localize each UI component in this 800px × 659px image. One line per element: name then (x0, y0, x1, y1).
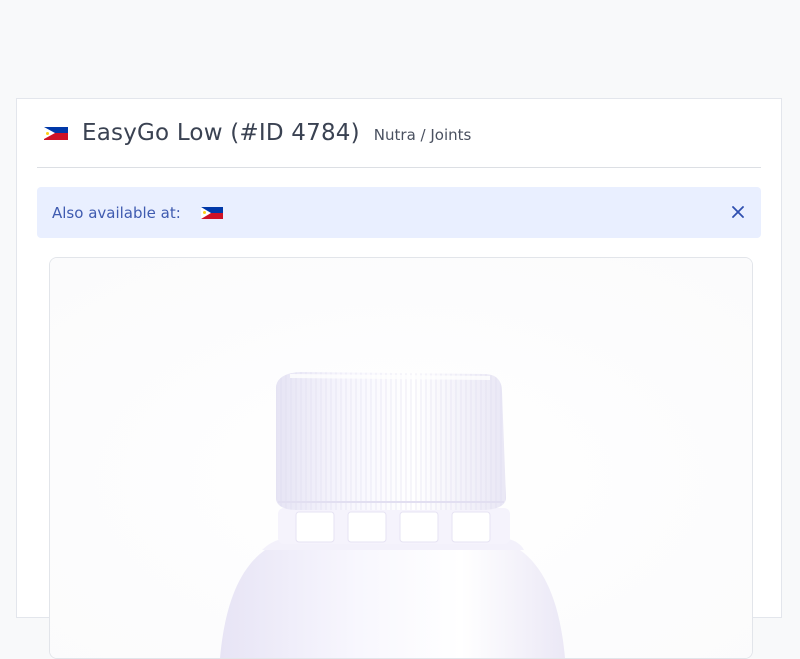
philippines-flag-icon (44, 126, 68, 140)
flag-sun (202, 211, 206, 214)
product-card: EasyGo Low (#ID 4784) Nutra / Joints Als… (16, 98, 782, 659)
availability-label: Also available at: (52, 203, 181, 222)
product-title: EasyGo Low (#ID 4784) (82, 120, 360, 146)
white-supplement-bottle-image (50, 258, 752, 658)
philippines-flag-icon[interactable] (200, 206, 223, 219)
product-image-frame (49, 257, 753, 659)
flag-sun (46, 131, 49, 135)
close-alert-button[interactable] (727, 201, 749, 223)
product-header: EasyGo Low (#ID 4784) Nutra / Joints (37, 99, 761, 168)
close-icon (732, 206, 744, 218)
availability-alert: Also available at: (37, 187, 761, 238)
product-category: Nutra / Joints (373, 126, 472, 144)
